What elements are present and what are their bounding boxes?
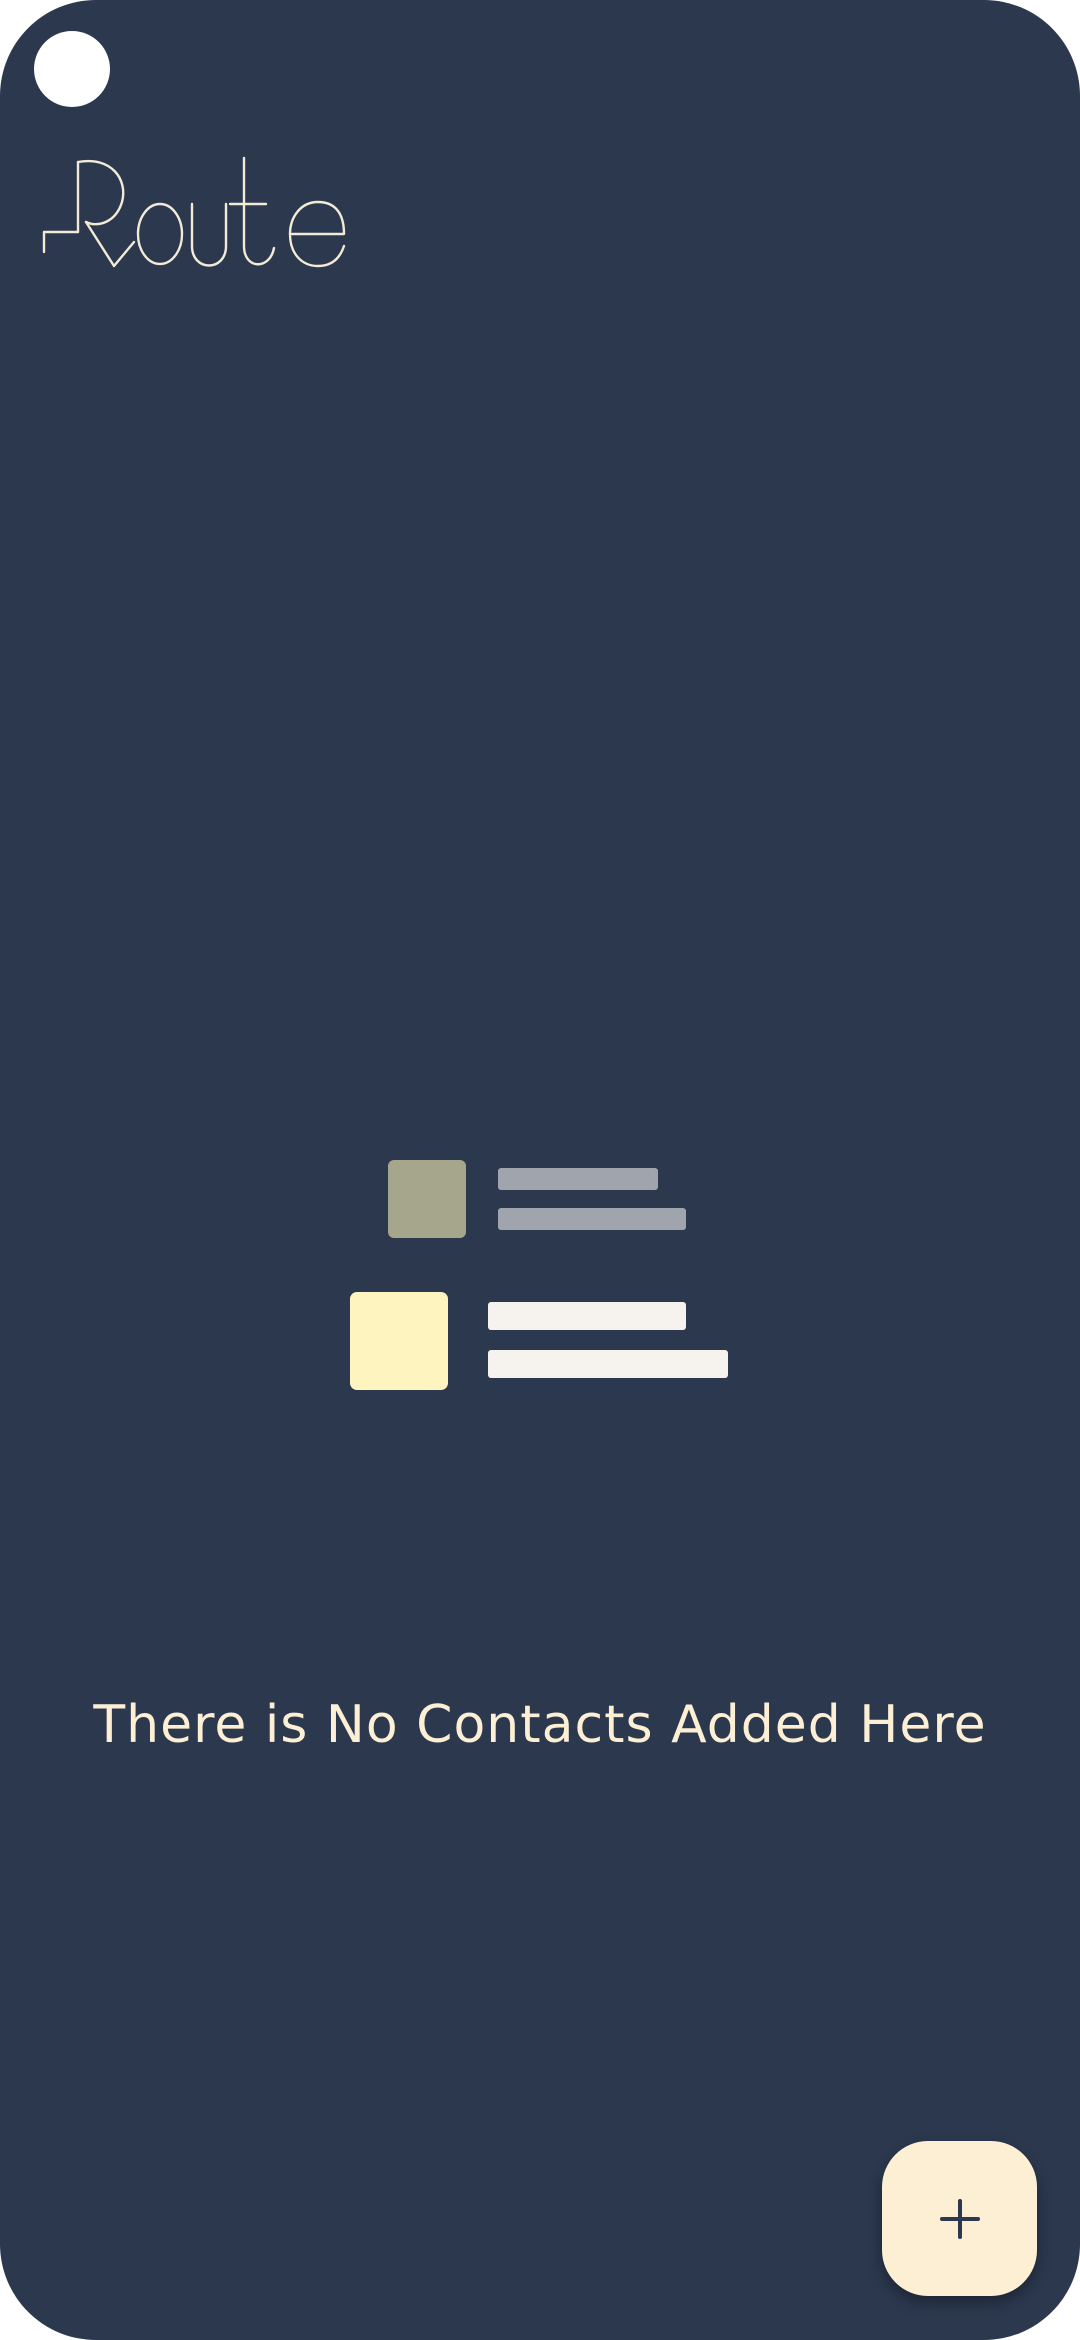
app-screen: There is No Contacts Added Here	[0, 0, 1080, 2340]
contact-list-illustration	[340, 1150, 740, 1400]
camera-cutout	[34, 31, 110, 107]
empty-state-message: There is No Contacts Added Here	[93, 1695, 987, 1755]
route-logo	[40, 150, 370, 280]
add-contact-button[interactable]	[882, 2141, 1037, 2296]
plus-icon	[939, 2198, 980, 2239]
